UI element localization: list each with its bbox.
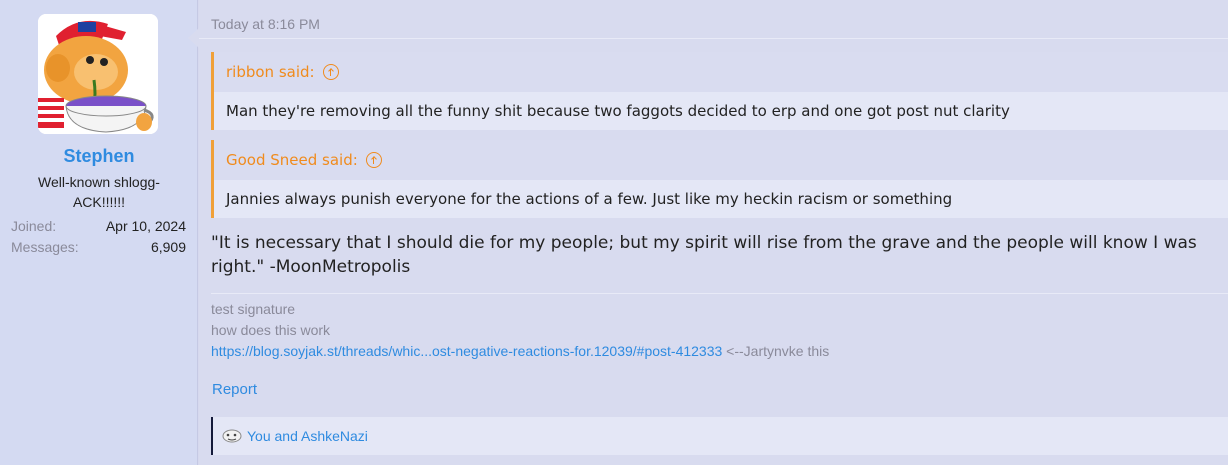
quote-header: Good Sneed said:	[214, 140, 1228, 180]
post-arrow	[188, 28, 199, 48]
user-title: Well-known shlogg-ACK!!!!!!	[38, 174, 160, 210]
post: Stephen Well-known shlogg-ACK!!!!!! Join…	[0, 0, 1228, 465]
quote-text: Man they're removing all the funny shit …	[214, 92, 1228, 130]
joined-stat: Joined: Apr 10, 2024	[11, 218, 186, 234]
divider	[199, 38, 1228, 39]
quote-header: ribbon said:	[214, 52, 1228, 92]
signature-line: how does this work	[211, 322, 331, 338]
messages-value[interactable]: 6,909	[151, 239, 186, 255]
quote-author[interactable]: ribbon said:	[226, 63, 315, 81]
signature-link[interactable]: https://blog.soyjak.st/threads/whic...os…	[211, 343, 722, 359]
signature-link-line: https://blog.soyjak.st/threads/whic...os…	[211, 341, 829, 362]
quote-author[interactable]: Good Sneed said:	[226, 151, 358, 169]
report-button[interactable]: Report	[212, 381, 257, 398]
signature: test signature how does this work https:…	[211, 299, 829, 362]
reactions-list[interactable]: You and AshkeNazi	[247, 428, 368, 444]
avatar[interactable]	[38, 14, 158, 134]
user-info-panel: Stephen Well-known shlogg-ACK!!!!!! Join…	[0, 0, 198, 465]
avatar-image	[38, 14, 158, 134]
messages-stat: Messages: 6,909	[11, 239, 186, 255]
messages-label: Messages:	[11, 239, 79, 255]
arrow-up-circle-icon[interactable]	[322, 64, 339, 80]
post-timestamp[interactable]: Today at 8:16 PM	[211, 16, 320, 32]
joined-label: Joined:	[11, 218, 57, 234]
post-main: Today at 8:16 PM ribbon said: Man they'r…	[199, 0, 1228, 465]
reactions-bar: You and AshkeNazi	[211, 417, 1228, 455]
username[interactable]: Stephen	[0, 146, 198, 167]
reaction-icon	[222, 429, 242, 443]
signature-divider	[211, 293, 1228, 294]
arrow-up-circle-icon[interactable]	[365, 152, 382, 168]
signature-suffix: <--Jartynvke this	[722, 343, 830, 359]
signature-line: test signature	[211, 301, 296, 317]
quote-block: ribbon said: Man they're removing all th…	[211, 52, 1228, 130]
joined-value: Apr 10, 2024	[105, 218, 186, 234]
quote-block: Good Sneed said: Jannies always punish e…	[211, 140, 1228, 218]
message-body: "It is necessary that I should die for m…	[211, 233, 1197, 277]
quote-text: Jannies always punish everyone for the a…	[214, 180, 1228, 218]
